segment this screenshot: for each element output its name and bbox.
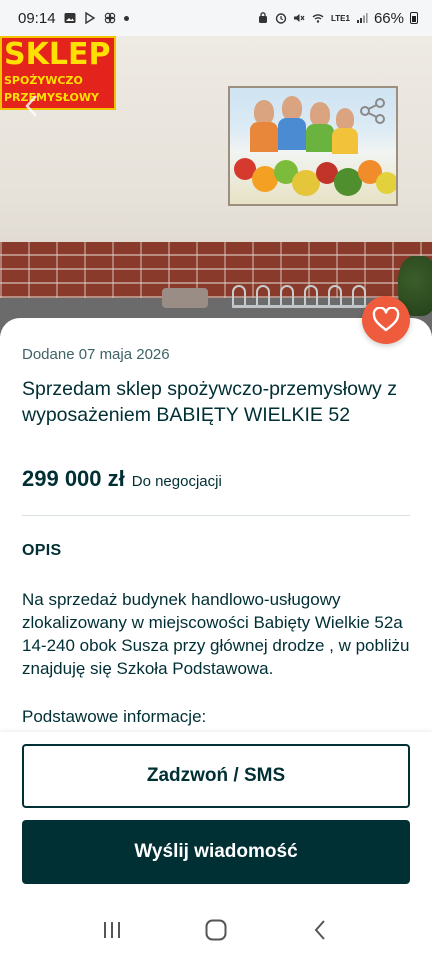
more-notifications-dot: [123, 15, 129, 21]
pinwheel-notification-icon: [104, 12, 115, 24]
description-text: Na sprzedaż budynek handlowo-usługowy zl…: [22, 590, 410, 678]
back-button[interactable]: [307, 917, 333, 943]
battery-icon: [410, 12, 418, 24]
rack-loop: [280, 285, 294, 305]
status-left: 09:14: [18, 10, 129, 27]
send-message-button[interactable]: Wyślij wiadomość: [22, 820, 410, 884]
bike-rack: [232, 285, 372, 308]
alarm-icon: [275, 13, 287, 24]
share-icon[interactable]: [358, 96, 388, 126]
poster-person: [282, 96, 302, 120]
poster-shirt: [278, 118, 306, 150]
poster-person: [254, 100, 274, 124]
description-heading: OPIS: [22, 542, 62, 559]
rack-loop: [304, 285, 318, 305]
listing-photo[interactable]: SKLEP SPOŻYWCZO PRZEMYSŁOWY: [0, 36, 432, 336]
home-icon: [205, 919, 227, 941]
poster-shirt: [306, 124, 334, 152]
signal-icon: [356, 13, 368, 23]
status-time: 09:14: [18, 9, 56, 27]
listing-date: Dodane 07 maja 2026: [22, 346, 170, 363]
sign-main-text: SKLEP: [4, 37, 111, 72]
listing-price: 299 000 zł: [22, 466, 125, 491]
system-nav-bar: [0, 900, 432, 960]
poster-shirt: [250, 122, 278, 152]
rack-loop: [352, 285, 366, 305]
alarm-lock-icon: [259, 12, 267, 23]
recent-apps-button[interactable]: [99, 917, 125, 943]
rack-loop: [232, 285, 246, 305]
shop-sign: SKLEP SPOŻYWCZO PRZEMYSŁOWY: [0, 36, 116, 110]
listing-title: Sprzedam sklep spożywczo-przemysłowy z w…: [22, 378, 397, 426]
wifi-icon: [312, 14, 324, 23]
heart-icon: [372, 307, 400, 332]
sign-line2: PRZEMYSŁOWY: [4, 91, 99, 104]
status-right: LTE1 66%: [257, 10, 418, 27]
battery-percent: 66%: [373, 9, 404, 27]
recent-apps-icon: [104, 922, 120, 938]
poster-person: [310, 102, 330, 126]
poster-fruit: [376, 172, 396, 194]
sign-line1: SPOŻYWCZO: [4, 74, 83, 87]
poster-person: [336, 108, 354, 130]
basic-info-label: Podstawowe informacje:: [22, 707, 207, 726]
play-store-notification-icon: [84, 12, 95, 24]
poster-shirt: [332, 128, 358, 154]
network-type: LTE1: [331, 13, 350, 23]
favorite-button[interactable]: [362, 296, 410, 344]
planter: [162, 288, 208, 308]
divider: [22, 515, 410, 516]
previous-photo-icon[interactable]: [22, 91, 42, 121]
status-bar: 09:14 LTE1 66%: [0, 0, 432, 36]
back-icon: [314, 920, 325, 940]
rack-loop: [328, 285, 342, 305]
price-row: 299 000 zł Do negocjacji: [22, 466, 222, 492]
negotiable-label: Do negocjacji: [131, 473, 222, 490]
contact-actions: Zadzwoń / SMS Wyślij wiadomość: [0, 732, 432, 900]
rack-loop: [256, 285, 270, 305]
home-button[interactable]: [203, 917, 229, 943]
mute-icon: [294, 14, 305, 22]
call-sms-button[interactable]: Zadzwoń / SMS: [22, 744, 410, 808]
gallery-notification-icon: [64, 13, 76, 23]
